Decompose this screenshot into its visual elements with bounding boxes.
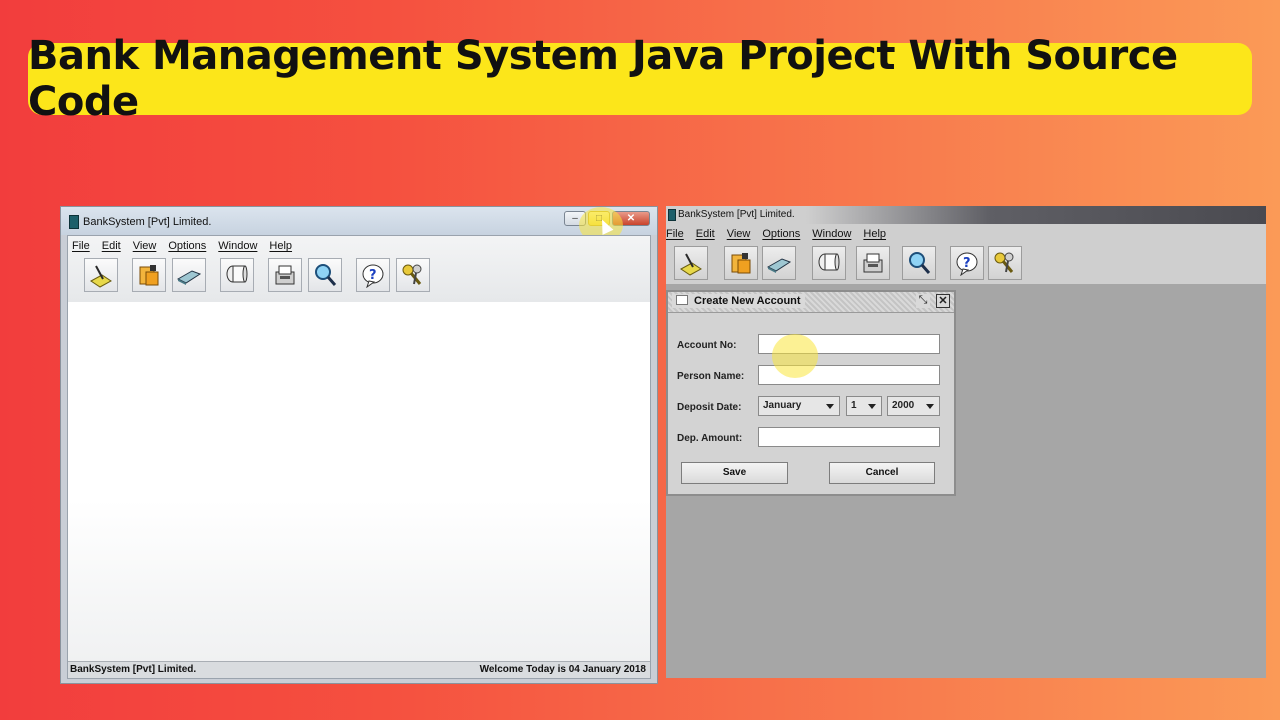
logout-keys-icon	[402, 264, 422, 285]
new-account-button[interactable]	[84, 258, 118, 292]
video-title-banner: Bank Management System Java Project With…	[28, 33, 1252, 125]
window-titlebar[interactable]: BankSystem [Pvt] Limited. – □ ✕	[61, 207, 657, 235]
restore-button[interactable]: ⤡	[916, 294, 930, 308]
menu-options[interactable]: Options	[168, 240, 206, 252]
new-account-button[interactable]	[674, 246, 708, 280]
banner-title: Bank Management System Java Project With…	[28, 33, 1178, 125]
menu-file[interactable]: File	[72, 240, 90, 252]
print-button[interactable]	[268, 258, 302, 292]
deposit-icon	[731, 253, 751, 274]
menu-help[interactable]: Help	[269, 240, 292, 252]
menu-view[interactable]: View	[727, 228, 751, 240]
menu-toolbar-area: File Edit View Options Window Help ?	[666, 224, 1266, 284]
menu-help[interactable]: Help	[863, 228, 886, 240]
deposit-button[interactable]	[132, 258, 166, 292]
account-no-label: Account No:	[677, 340, 737, 351]
print-icon	[275, 265, 295, 285]
menu-window[interactable]: Window	[218, 240, 257, 252]
logout-button[interactable]	[396, 258, 430, 292]
new-account-icon	[680, 253, 702, 276]
delete-account-button[interactable]	[220, 258, 254, 292]
window-titlebar[interactable]: BankSystem [Pvt] Limited.	[666, 206, 1266, 224]
menu-edit[interactable]: Edit	[102, 240, 121, 252]
print-icon	[863, 253, 883, 273]
dialog-title: Create New Account	[694, 295, 801, 307]
search-icon	[909, 252, 931, 274]
menu-bar: File Edit View Options Window Help	[666, 228, 886, 240]
window-client-area: File Edit View Options Window Help ? Ban…	[67, 235, 651, 679]
delete-account-icon	[226, 265, 248, 283]
year-value: 2000	[892, 400, 915, 411]
main-window-dialog-open: BankSystem [Pvt] Limited. File Edit View…	[666, 206, 1266, 678]
cursor-highlight	[772, 334, 818, 378]
dialog-window-buttons: ⤡ ✕	[916, 294, 950, 308]
year-select[interactable]: 2000	[887, 396, 940, 416]
withdraw-button[interactable]	[172, 258, 206, 292]
chevron-down-icon	[868, 404, 876, 409]
dialog-close-button[interactable]: ✕	[936, 294, 950, 308]
save-button[interactable]: Save	[681, 462, 788, 484]
print-button[interactable]	[856, 246, 890, 280]
close-icon: ✕	[626, 213, 636, 224]
day-select[interactable]: 1	[846, 396, 882, 416]
toolbar: ?	[84, 258, 436, 292]
withdraw-icon	[766, 258, 792, 273]
month-select[interactable]: January	[758, 396, 840, 416]
menu-options[interactable]: Options	[762, 228, 800, 240]
dialog-titlebar[interactable]: Create New Account ⤡ ✕	[668, 292, 954, 313]
delete-account-icon	[818, 253, 840, 271]
menu-window[interactable]: Window	[812, 228, 851, 240]
frame-icon	[676, 295, 688, 305]
chevron-down-icon	[926, 404, 934, 409]
deposit-icon	[139, 265, 159, 286]
month-value: January	[763, 400, 802, 411]
toolbar: ?	[674, 246, 1028, 280]
window-title: BankSystem [Pvt] Limited.	[83, 216, 212, 228]
person-name-label: Person Name:	[677, 371, 745, 382]
create-account-dialog: Create New Account ⤡ ✕ Account No: Perso…	[666, 290, 956, 496]
dep-amount-label: Dep. Amount:	[677, 433, 743, 444]
menu-bar: File Edit View Options Window Help	[72, 240, 292, 252]
logout-button[interactable]	[988, 246, 1022, 280]
app-icon	[69, 215, 79, 229]
status-company: BankSystem [Pvt] Limited.	[70, 664, 197, 675]
window-title: BankSystem [Pvt] Limited.	[678, 209, 795, 220]
help-button[interactable]: ?	[356, 258, 390, 292]
chevron-down-icon	[826, 404, 834, 409]
day-value: 1	[851, 400, 857, 411]
status-bar: BankSystem [Pvt] Limited. Welcome Today …	[68, 661, 650, 678]
dep-amount-field[interactable]	[758, 427, 940, 447]
menu-edit[interactable]: Edit	[696, 228, 715, 240]
search-icon	[315, 264, 337, 286]
svg-text:?: ?	[369, 268, 377, 283]
logout-keys-icon	[994, 252, 1014, 273]
help-icon: ?	[362, 264, 384, 288]
main-window-maximized: BankSystem [Pvt] Limited. – □ ✕ File Edi…	[60, 206, 658, 684]
menu-view[interactable]: View	[133, 240, 157, 252]
new-account-icon	[90, 265, 112, 288]
delete-account-button[interactable]	[812, 246, 846, 280]
help-button[interactable]: ?	[950, 246, 984, 280]
status-date: Welcome Today is 04 January 2018	[479, 664, 646, 675]
mdi-desktop	[68, 302, 650, 662]
close-icon: ✕	[938, 295, 948, 307]
help-icon: ?	[956, 252, 978, 276]
withdraw-icon	[176, 270, 202, 285]
deposit-date-label: Deposit Date:	[677, 402, 742, 413]
restore-icon: ⤡	[918, 294, 928, 306]
svg-text:?: ?	[963, 256, 971, 271]
menu-file[interactable]: File	[666, 228, 684, 240]
dialog-title-container: Create New Account	[672, 294, 805, 308]
withdraw-button[interactable]	[762, 246, 796, 280]
app-icon	[668, 209, 676, 221]
cancel-button[interactable]: Cancel	[829, 462, 935, 484]
minimize-icon: –	[572, 213, 578, 224]
deposit-button[interactable]	[724, 246, 758, 280]
search-button[interactable]	[902, 246, 936, 280]
search-button[interactable]	[308, 258, 342, 292]
titlebar-shadow	[806, 206, 1266, 224]
